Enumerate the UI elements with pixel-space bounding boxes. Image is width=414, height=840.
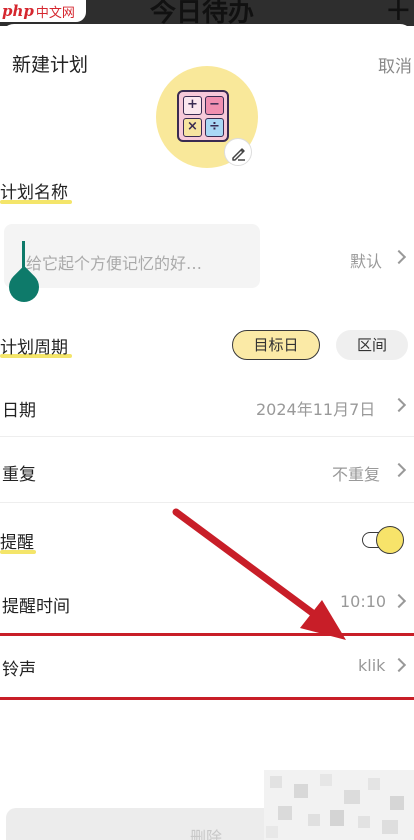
mosaic-overlay bbox=[264, 770, 414, 840]
background-add-icon: + bbox=[385, 0, 412, 26]
date-value[interactable]: 2024年11月7日 bbox=[256, 396, 375, 420]
sheet-title: 新建计划 bbox=[12, 54, 89, 76]
site-watermark: php 中文网 bbox=[0, 0, 86, 22]
background-title: 今日待办 bbox=[150, 0, 255, 26]
plus-key-icon: + bbox=[183, 96, 202, 115]
times-key-icon: × bbox=[183, 118, 202, 137]
reminder-label: 提醒 bbox=[0, 533, 34, 553]
reminder-toggle[interactable] bbox=[360, 526, 404, 554]
ringtone-label: 铃声 bbox=[2, 660, 36, 680]
reminder-time-value[interactable]: 10:10 bbox=[340, 592, 386, 611]
calculator-icon: + − × ÷ bbox=[177, 90, 229, 142]
watermark-text: 中文网 bbox=[35, 5, 75, 21]
pencil-icon bbox=[232, 148, 245, 161]
cancel-button[interactable]: 取消 bbox=[378, 52, 412, 77]
plan-name-value[interactable]: 默认 bbox=[350, 248, 382, 272]
divider bbox=[0, 502, 414, 503]
period-option-range[interactable]: 区间 bbox=[336, 330, 408, 360]
plan-name-placeholder: 给它起个方便记忆的好… bbox=[26, 254, 203, 273]
divide-key-icon: ÷ bbox=[205, 118, 224, 137]
edit-avatar-button[interactable] bbox=[224, 138, 252, 166]
repeat-value[interactable]: 不重复 bbox=[332, 461, 380, 485]
period-option-target-day[interactable]: 目标日 bbox=[232, 330, 320, 360]
reminder-time-label: 提醒时间 bbox=[2, 597, 70, 617]
plan-name-label: 计划名称 bbox=[0, 183, 68, 203]
repeat-label: 重复 bbox=[2, 465, 36, 485]
ringtone-value[interactable]: klik bbox=[358, 656, 385, 675]
annotation-line-top bbox=[0, 633, 414, 636]
divider bbox=[0, 436, 414, 437]
annotation-line-bottom bbox=[0, 697, 414, 700]
date-label: 日期 bbox=[2, 401, 36, 421]
toggle-knob bbox=[376, 526, 404, 554]
watermark-logo: php bbox=[2, 2, 34, 20]
minus-key-icon: − bbox=[205, 96, 224, 115]
plan-period-label: 计划周期 bbox=[0, 338, 68, 358]
